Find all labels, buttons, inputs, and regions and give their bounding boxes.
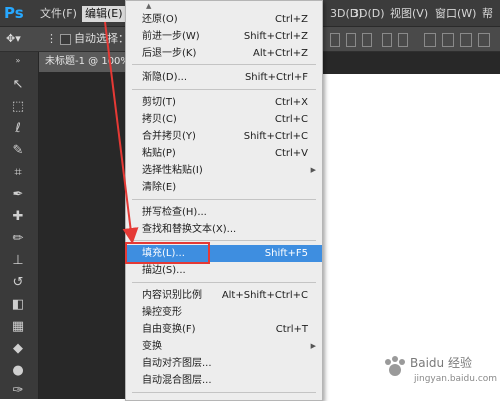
healing-brush-icon[interactable]: ✚ bbox=[8, 208, 28, 226]
auto-select-checkbox[interactable] bbox=[60, 34, 71, 45]
photoshop-logo: Ps bbox=[4, 4, 24, 22]
clone-stamp-icon[interactable]: ⊥ bbox=[8, 252, 28, 270]
gradient-icon[interactable]: ▦ bbox=[8, 318, 28, 336]
brush-tool-icon[interactable]: ✏ bbox=[8, 230, 28, 248]
eyedropper-icon[interactable]: ✒ bbox=[8, 186, 28, 204]
move-tool-icon[interactable]: ↖ bbox=[8, 76, 28, 94]
menu-item-transform[interactable]: 变换 ▶ bbox=[126, 338, 322, 355]
menu-item-free-transform[interactable]: 自由变换(F) Ctrl+T bbox=[126, 321, 322, 338]
pen-tool-icon[interactable]: ✑ bbox=[8, 382, 28, 400]
align-top-icon[interactable] bbox=[330, 33, 340, 47]
menu-item-content-aware-scale[interactable]: 内容识别比例 Alt+Shift+Ctrl+C bbox=[126, 287, 322, 304]
menu-item-clear[interactable]: 清除(E) bbox=[126, 179, 322, 196]
menu-separator bbox=[132, 240, 316, 241]
document-tab[interactable]: 未标题-1 @ 100% bbox=[39, 52, 135, 72]
menu-item-paste[interactable]: 粘贴(P) Ctrl+V bbox=[126, 145, 322, 162]
menu-item-puppet-warp[interactable]: 操控变形 bbox=[126, 304, 322, 321]
scroll-up-icon[interactable]: ▲ bbox=[146, 2, 151, 10]
blur-icon[interactable]: ◆ bbox=[8, 340, 28, 358]
menu-item-find-replace[interactable]: 查找和替换文本(X)... bbox=[126, 221, 322, 238]
menu-item-cut[interactable]: 剪切(T) Ctrl+X bbox=[126, 94, 322, 111]
eraser-icon[interactable]: ◧ bbox=[8, 296, 28, 314]
menu-item-fill[interactable]: 填充(L)... Shift+F5 bbox=[126, 245, 322, 262]
separator-icon: ⋮ bbox=[46, 32, 57, 45]
menu-edit[interactable]: 编辑(E) bbox=[82, 6, 126, 22]
distribute-center-icon[interactable] bbox=[442, 33, 454, 47]
menu-separator bbox=[132, 282, 316, 283]
menu-separator bbox=[132, 89, 316, 90]
edit-menu: ▲ 还原(O) Ctrl+Z 前进一步(W) Shift+Ctrl+Z 后退一步(K… bbox=[125, 0, 323, 401]
align-left-icon[interactable] bbox=[382, 33, 392, 47]
watermark-text: Baidu 经验 bbox=[410, 356, 472, 370]
align-bottom-icon[interactable] bbox=[362, 33, 372, 47]
menu-separator bbox=[132, 64, 316, 65]
menu-item-copy-merged[interactable]: 合并拷贝(Y) Shift+Ctrl+C bbox=[126, 128, 322, 145]
menu-item-undo[interactable]: 还原(O) Ctrl+Z bbox=[126, 11, 322, 28]
menu-item-step-forward[interactable]: 前进一步(W) Shift+Ctrl+Z bbox=[126, 28, 322, 45]
align-hcenter-icon[interactable] bbox=[398, 33, 408, 47]
menu-item-auto-align-layers[interactable]: 自动对齐图层... bbox=[126, 355, 322, 372]
auto-select-label: 自动选择： bbox=[74, 32, 129, 45]
move-tool-preset-icon[interactable]: ✥▾ bbox=[6, 27, 21, 51]
menu-item-fade[interactable]: 渐隐(D)... Shift+Ctrl+F bbox=[126, 69, 322, 86]
marquee-tool-icon[interactable]: ⬚ bbox=[8, 98, 28, 116]
menu-3d[interactable]: 3D(D) bbox=[352, 6, 385, 22]
menu-item-spell-check[interactable]: 拼写检查(H)... bbox=[126, 204, 322, 221]
menu-view[interactable]: 视图(V) bbox=[390, 6, 428, 22]
align-vcenter-icon[interactable] bbox=[346, 33, 356, 47]
watermark-url: jingyan.baidu.com bbox=[414, 374, 498, 384]
menu-item-copy[interactable]: 拷贝(C) Ctrl+C bbox=[126, 111, 322, 128]
menu-window[interactable]: 窗口(W) bbox=[435, 6, 476, 22]
distribute-bottom-icon[interactable] bbox=[460, 33, 472, 47]
menu-file[interactable]: 文件(F) bbox=[40, 6, 77, 22]
submenu-arrow-icon: ▶ bbox=[310, 166, 316, 174]
quick-select-icon[interactable]: ✎ bbox=[8, 142, 28, 160]
menu-item-paste-special[interactable]: 选择性粘贴(I) ▶ bbox=[126, 162, 322, 179]
lasso-tool-icon[interactable]: ℓ bbox=[8, 120, 28, 138]
distribute-top-icon[interactable] bbox=[424, 33, 436, 47]
dodge-icon[interactable]: ● bbox=[8, 362, 28, 380]
distribute-left-icon[interactable] bbox=[478, 33, 490, 47]
menu-separator bbox=[132, 199, 316, 200]
menu-help[interactable]: 帮 bbox=[482, 6, 493, 22]
history-brush-icon[interactable]: ↺ bbox=[8, 274, 28, 292]
crop-tool-icon[interactable]: ⌗ bbox=[8, 164, 28, 182]
menu-separator bbox=[132, 392, 316, 393]
collapse-icon[interactable]: » bbox=[8, 56, 28, 66]
menu-item-auto-blend-layers[interactable]: 自动混合图层... bbox=[126, 372, 322, 389]
watermark: Baidu 经验 jingyan.baidu.com bbox=[380, 352, 498, 396]
submenu-arrow-icon: ▶ bbox=[310, 342, 316, 350]
baidu-paw-icon bbox=[385, 356, 405, 376]
menu-item-stroke[interactable]: 描边(S)... bbox=[126, 262, 322, 279]
menu-item-step-backward[interactable]: 后退一步(K) Alt+Ctrl+Z bbox=[126, 45, 322, 62]
tools-panel: » ↖ ⬚ ℓ ✎ ⌗ ✒ ✚ ✏ ⊥ ↺ ◧ ▦ ◆ ● ✑ bbox=[0, 52, 39, 399]
